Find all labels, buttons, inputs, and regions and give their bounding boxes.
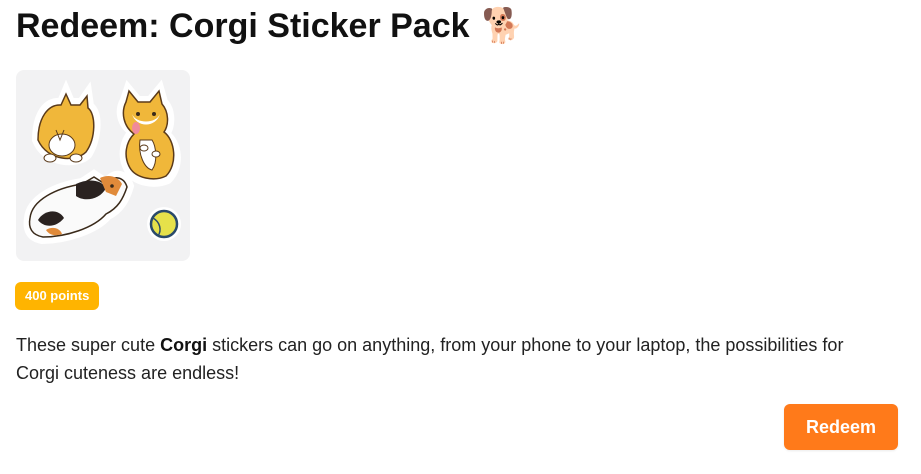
corgi-sticker-lying-icon xyxy=(23,169,135,245)
description-text-start: These super cute xyxy=(16,335,161,355)
tennis-ball-sticker-icon xyxy=(147,207,181,241)
product-description: These super cute Corgi stickers can go o… xyxy=(16,331,876,387)
dog-emoji-icon: 🐕 xyxy=(481,6,524,46)
points-badge: 400 points xyxy=(15,282,100,310)
product-image xyxy=(16,70,190,261)
corgi-sticker-sitting-icon xyxy=(116,79,181,187)
corgi-stickers-image xyxy=(23,79,181,245)
page-title: Redeem: Corgi Sticker Pack 🐕 xyxy=(16,6,524,46)
page-title-text: Redeem: Corgi Sticker Pack xyxy=(16,6,470,45)
redeem-page: Redeem: Corgi Sticker Pack 🐕 400 points … xyxy=(0,0,921,474)
corgi-sticker-back-icon xyxy=(31,79,101,166)
redeem-button[interactable]: Redeem xyxy=(784,404,898,450)
description-bold-word: Corgi xyxy=(160,335,208,355)
